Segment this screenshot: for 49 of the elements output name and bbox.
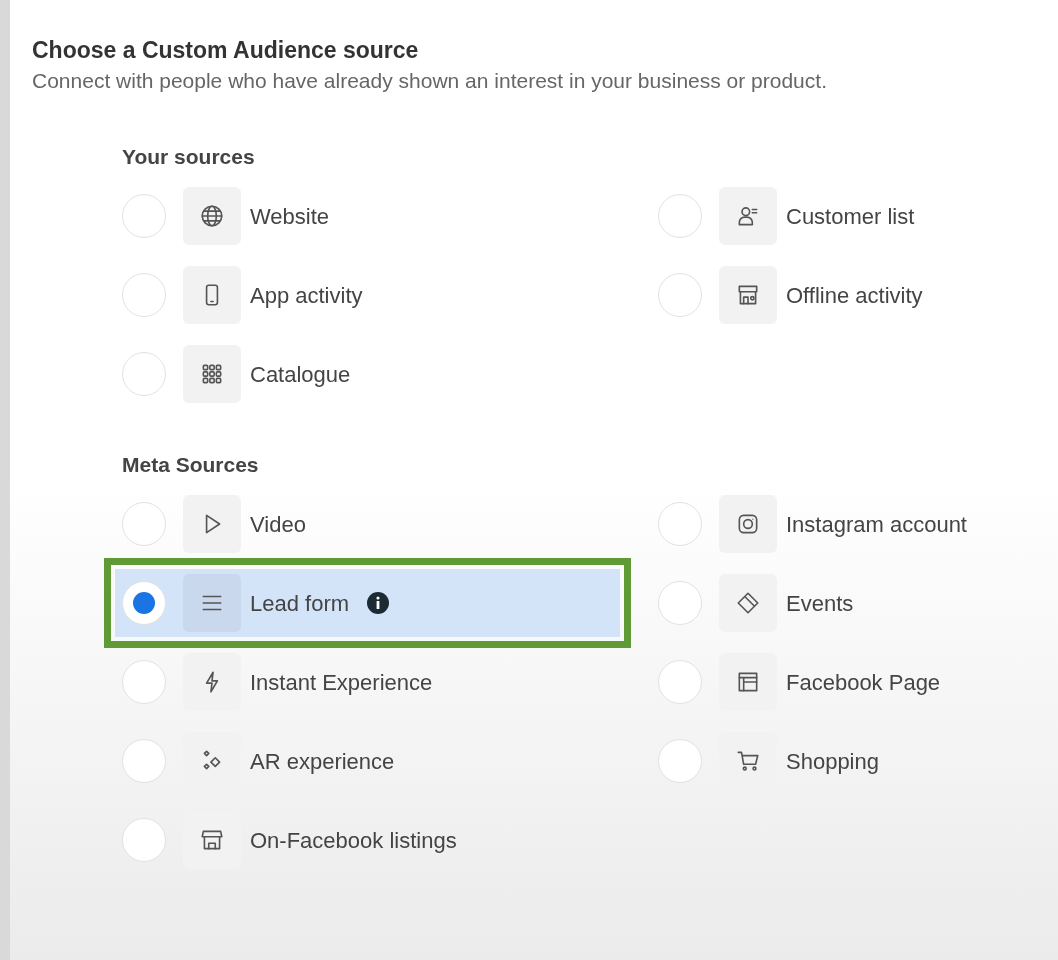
dialog-title: Choose a Custom Audience source	[32, 36, 420, 65]
radio-button[interactable]	[658, 502, 702, 546]
source-option[interactable]: Shopping	[651, 727, 887, 795]
option-label: Catalogue	[250, 360, 351, 389]
radio-button[interactable]	[122, 660, 166, 704]
radio-button[interactable]	[122, 352, 166, 396]
option-label: Customer list	[786, 202, 915, 231]
radio-button[interactable]	[658, 660, 702, 704]
source-option[interactable]: Offline activity	[651, 261, 931, 329]
section-heading: Meta Sources	[122, 452, 260, 478]
option-label: AR experience	[250, 747, 395, 776]
option-label: On-Facebook listings	[250, 826, 457, 855]
radio-button[interactable]	[122, 502, 166, 546]
globe-icon	[199, 203, 225, 229]
source-option[interactable]: Instagram account	[651, 490, 975, 558]
option-label: Instant Experience	[250, 668, 433, 697]
info-icon[interactable]	[367, 592, 390, 614]
option-label: App activity	[250, 281, 363, 310]
source-option[interactable]: App activity	[115, 261, 371, 329]
source-option[interactable]: Facebook Page	[651, 648, 949, 716]
dialog-subtitle: Connect with people who have already shown an interest in your business or product.	[32, 68, 828, 94]
radio-button[interactable]	[122, 273, 166, 317]
source-option[interactable]: Instant Experience	[115, 648, 441, 716]
option-label: Website	[250, 202, 330, 231]
option-label: Lead form	[250, 589, 350, 618]
radio-button[interactable]	[122, 581, 166, 625]
section-heading: Your sources	[122, 144, 256, 170]
source-option[interactable]: Catalogue	[115, 340, 359, 408]
ticket-icon	[735, 590, 761, 616]
source-option[interactable]: AR experience	[115, 727, 403, 795]
radio-button[interactable]	[658, 581, 702, 625]
radio-button[interactable]	[658, 739, 702, 783]
radio-button[interactable]	[122, 739, 166, 783]
option-label: Instagram account	[786, 510, 967, 539]
option-label: Video	[250, 510, 306, 539]
radio-button[interactable]	[122, 818, 166, 862]
source-option[interactable]: On-Facebook listings	[115, 806, 465, 874]
source-option[interactable]: Events	[651, 569, 862, 637]
radio-button[interactable]	[658, 273, 702, 317]
radio-button[interactable]	[658, 194, 702, 238]
source-option[interactable]: Video	[115, 490, 314, 558]
radio-button[interactable]	[122, 194, 166, 238]
option-label: Facebook Page	[786, 668, 941, 697]
option-label: Offline activity	[786, 281, 923, 310]
source-option[interactable]: Website	[115, 182, 338, 250]
option-label: Events	[786, 589, 854, 618]
source-option[interactable]: Lead form	[115, 569, 620, 637]
source-option[interactable]: Customer list	[651, 182, 923, 250]
option-label: Shopping	[786, 747, 879, 776]
